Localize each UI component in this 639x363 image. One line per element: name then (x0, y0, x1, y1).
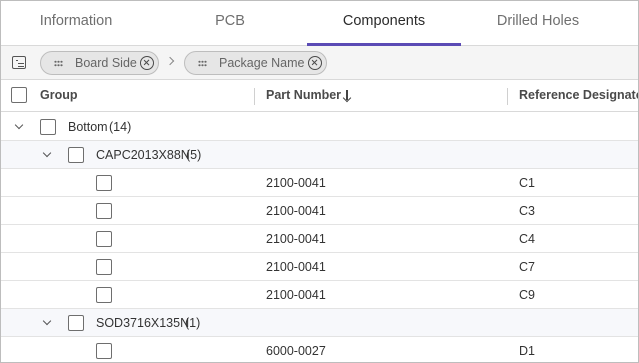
row-checkbox[interactable] (68, 315, 84, 331)
row-checkbox[interactable] (96, 343, 112, 359)
part-number-cell: 2100-0041 (266, 288, 326, 302)
group-chip-board-side[interactable]: Board Side (40, 51, 159, 75)
reference-designator-cell: D1 (519, 344, 535, 358)
select-all-checkbox[interactable] (11, 87, 27, 103)
table-row[interactable]: 2100-0041 C1 (1, 169, 638, 197)
column-header-reference-designator[interactable]: Reference Designator (519, 80, 638, 112)
components-panel: Information PCB Components Drilled Holes… (0, 0, 639, 363)
group-chip-label: Package Name (219, 56, 305, 70)
group-label: CAPC2013X88N (96, 148, 190, 162)
reference-designator-cell: C1 (519, 176, 535, 190)
drag-handle-icon[interactable] (54, 60, 63, 67)
group-row-bottom[interactable]: Bottom (14) (1, 113, 638, 141)
tab-information[interactable]: Information (1, 1, 151, 46)
group-count: (14) (109, 120, 132, 134)
tab-components[interactable]: Components (307, 1, 461, 46)
reference-designator-cell: C4 (519, 232, 535, 246)
group-chip-package-name[interactable]: Package Name (184, 51, 327, 75)
sort-descending-icon[interactable] (343, 90, 351, 102)
part-number-cell: 2100-0041 (266, 260, 326, 274)
column-divider[interactable] (254, 88, 255, 105)
drag-handle-icon[interactable] (198, 60, 207, 67)
group-chip-label: Board Side (75, 56, 137, 70)
table-row[interactable]: 2100-0041 C9 (1, 281, 638, 309)
remove-group-icon[interactable] (308, 56, 322, 70)
chevron-down-icon[interactable] (42, 148, 52, 158)
row-checkbox[interactable] (96, 203, 112, 219)
grouping-bar: Board Side Package Name (1, 46, 638, 80)
table-row[interactable]: 6000-0027 D1 (1, 337, 638, 362)
row-checkbox[interactable] (96, 231, 112, 247)
reference-designator-cell: C9 (519, 288, 535, 302)
group-label: SOD3716X135N (96, 316, 190, 330)
tab-pcb[interactable]: PCB (155, 1, 305, 46)
part-number-cell: 2100-0041 (266, 176, 326, 190)
table-row[interactable]: 2100-0041 C4 (1, 225, 638, 253)
row-checkbox[interactable] (40, 119, 56, 135)
row-checkbox[interactable] (68, 147, 84, 163)
column-divider[interactable] (507, 88, 508, 105)
row-checkbox[interactable] (96, 175, 112, 191)
grid-header: Group Part Number Reference Designator (1, 80, 638, 112)
remove-group-icon[interactable] (140, 56, 154, 70)
part-number-cell: 6000-0027 (266, 344, 326, 358)
row-checkbox[interactable] (96, 259, 112, 275)
reference-designator-cell: C7 (519, 260, 535, 274)
group-row-sod3716x135n[interactable]: SOD3716X135N (1) (1, 309, 638, 337)
tab-drilled-holes[interactable]: Drilled Holes (463, 1, 613, 46)
group-row-capc2013x88n[interactable]: CAPC2013X88N (5) (1, 141, 638, 169)
reference-designator-cell: C3 (519, 204, 535, 218)
table-row[interactable]: 2100-0041 C3 (1, 197, 638, 225)
group-count: (5) (186, 148, 202, 162)
group-panel-toggle-icon[interactable] (12, 56, 26, 69)
part-number-cell: 2100-0041 (266, 232, 326, 246)
table-row[interactable]: 2100-0041 C7 (1, 253, 638, 281)
group-count: (1) (185, 316, 201, 330)
group-label: Bottom (68, 120, 108, 134)
chevron-down-icon[interactable] (14, 120, 24, 130)
tab-bar: Information PCB Components Drilled Holes (1, 1, 638, 46)
part-number-cell: 2100-0041 (266, 204, 326, 218)
column-header-part-number[interactable]: Part Number (266, 80, 341, 112)
column-header-group[interactable]: Group (40, 80, 78, 112)
row-checkbox[interactable] (96, 287, 112, 303)
chevron-down-icon[interactable] (42, 316, 52, 326)
